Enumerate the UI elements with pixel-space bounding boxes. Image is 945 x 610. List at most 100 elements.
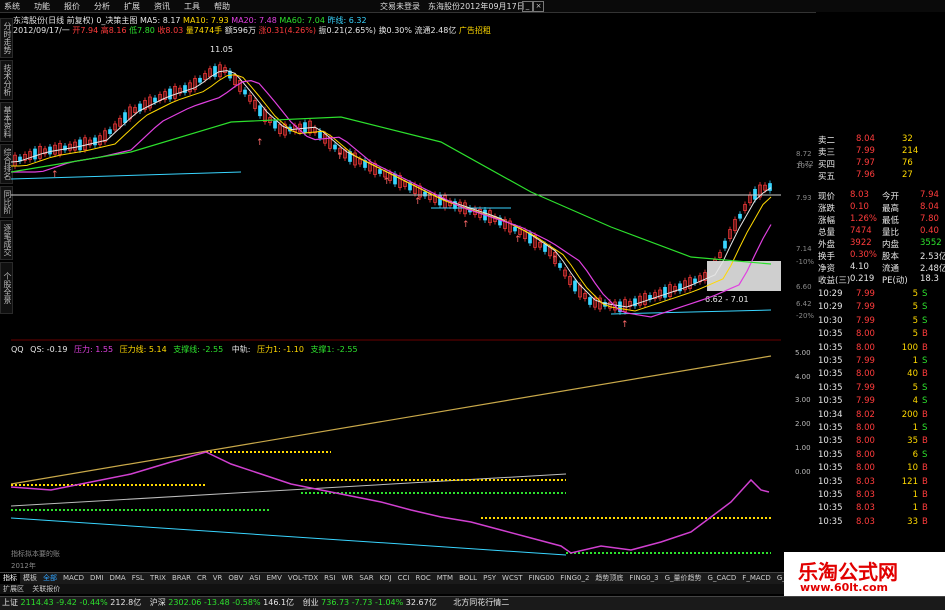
tab-4[interactable]: DMI <box>87 573 107 584</box>
stat-row: 总量 7474 量比 0.40 <box>816 226 945 238</box>
menu-extend[interactable]: 扩展 <box>124 1 140 12</box>
price-tick-3: 7.14 <box>796 245 812 253</box>
tab-7[interactable]: TRIX <box>147 573 169 584</box>
pressure-trendline <box>11 355 772 485</box>
tab-21[interactable]: MTM <box>434 573 456 584</box>
tab-19[interactable]: CCI <box>395 573 413 584</box>
tab-17[interactable]: SAR <box>356 573 376 584</box>
menu-analysis[interactable]: 分析 <box>94 1 110 12</box>
server-status[interactable]: 北方同花行情二 <box>453 598 509 607</box>
candle-body <box>153 97 157 103</box>
yl-value: 压力: 1.55 <box>74 344 113 354</box>
tab-23[interactable]: PSY <box>480 573 499 584</box>
tab-11[interactable]: OBV <box>225 573 246 584</box>
tab-9[interactable]: CR <box>194 573 210 584</box>
tick-direction: S <box>922 449 928 460</box>
stat-value: 0.219 <box>850 274 875 284</box>
tab-30[interactable]: G_CACD <box>705 573 740 584</box>
pct-tick-2: -10% <box>796 258 815 266</box>
tab-25[interactable]: FING00 <box>526 573 558 584</box>
tick-time: 10:35 <box>818 449 843 460</box>
linked-quote-tab[interactable]: 关联报价 <box>32 585 60 593</box>
level-label: 买四 <box>818 160 836 170</box>
tab-10[interactable]: VR <box>210 573 226 584</box>
candle-body <box>78 139 82 151</box>
stat-row: 涨幅 1.26% 最低 7.80 <box>816 214 945 226</box>
menu-quote[interactable]: 报价 <box>64 1 80 12</box>
close-icon[interactable]: × <box>533 1 544 12</box>
cy-change: -7.73 <box>351 598 373 607</box>
tab-27[interactable]: 趋势顶底 <box>592 573 626 584</box>
tab-18[interactable]: KDJ <box>377 573 395 584</box>
yl1-value: 压力1: -1.10 <box>257 344 304 354</box>
tab-13[interactable]: EMV <box>264 573 285 584</box>
menu-help[interactable]: 帮助 <box>214 1 230 12</box>
tick-row: 10:35 8.00 10 B <box>816 463 938 476</box>
minimize-icon[interactable]: _ <box>522 1 533 12</box>
tab-6[interactable]: FSL <box>129 573 147 584</box>
price-tick-4: 6.60 <box>796 283 812 291</box>
tick-direction: B <box>922 369 928 380</box>
tick-price: 7.99 <box>856 382 875 393</box>
tick-row: 10:30 7.99 5 S <box>816 316 938 329</box>
tick-time: 10:30 <box>818 315 843 326</box>
buy-arrow-icon: ↑ <box>51 170 59 180</box>
level-price: 7.96 <box>856 170 875 180</box>
tick-price: 8.02 <box>856 409 875 420</box>
order-level: 买五 7.96 27 <box>816 170 945 182</box>
stat-label: 总量 <box>818 228 836 238</box>
tab-2[interactable]: 全部 <box>40 573 60 584</box>
y-axis: 8.72 <box>770 12 814 572</box>
tick-price: 7.99 <box>856 356 875 366</box>
pct-tick-1: 10% <box>796 162 812 170</box>
candle-body <box>273 120 277 129</box>
login-status[interactable]: 交易未登录 <box>380 1 420 12</box>
price-scale: 8.72 10% 7.93 7.14 -10% 6.60 6.42 -20% <box>796 150 816 330</box>
tab-0[interactable]: 指标 <box>0 573 20 584</box>
menu-info[interactable]: 资讯 <box>154 1 170 12</box>
menu-function[interactable]: 功能 <box>34 1 50 12</box>
tab-31[interactable]: F_MACD <box>739 573 774 584</box>
tick-volume: 100 <box>901 342 918 353</box>
tick-direction: B <box>922 490 928 500</box>
tick-price: 8.00 <box>856 436 875 447</box>
stat-row: 净资 4.10 流通 2.48亿 <box>816 262 945 274</box>
tab-28[interactable]: FING0_3 <box>626 573 661 584</box>
tab-8[interactable]: BRAR <box>169 573 194 584</box>
candle-body <box>753 188 757 200</box>
ext-area-tab[interactable]: 扩展区 <box>3 585 24 593</box>
tick-direction: B <box>922 476 928 487</box>
tab-5[interactable]: DMA <box>106 573 128 584</box>
tick-volume: 4 <box>912 396 918 407</box>
tab-12[interactable]: ASI <box>246 573 263 584</box>
tick-direction: B <box>922 342 928 353</box>
tab-3[interactable]: MACD <box>60 573 87 584</box>
tab-26[interactable]: FING0_2 <box>557 573 592 584</box>
tab-22[interactable]: BOLL <box>456 573 480 584</box>
tick-time: 10:35 <box>818 342 843 353</box>
tab-29[interactable]: G_量价趋势 <box>662 573 705 584</box>
tick-row: 10:35 8.03 1 B <box>816 503 938 516</box>
tick-row: 10:35 8.00 1 S <box>816 423 938 436</box>
qs-curve <box>11 451 770 554</box>
candle-body <box>198 77 202 83</box>
kline-chart[interactable]: 11.05 6.62 - 7.01 ↑↑↑↑↑↑↑↑↑ QQ QS: -0.19… <box>11 12 781 572</box>
menu-system[interactable]: 系统 <box>4 1 20 12</box>
tick-direction: S <box>922 315 928 326</box>
menu-tools[interactable]: 工具 <box>184 1 200 12</box>
tick-volume: 121 <box>901 476 918 487</box>
level-volume: 32 <box>902 134 913 144</box>
tick-time: 10:35 <box>818 369 843 380</box>
tab-15[interactable]: RSI <box>321 573 338 584</box>
candle-body <box>333 144 337 150</box>
zcx-value: 支撑线: -2.55 <box>173 344 223 354</box>
tab-14[interactable]: VOL-TDX <box>285 573 321 584</box>
tab-16[interactable]: WR <box>339 573 357 584</box>
level-price: 8.04 <box>856 134 875 144</box>
tick-time: 10:35 <box>818 463 843 474</box>
tick-time: 10:35 <box>818 356 843 366</box>
tab-1[interactable]: 模板 <box>20 573 40 584</box>
tab-20[interactable]: ROC <box>412 573 433 584</box>
tab-24[interactable]: WCST <box>499 573 526 584</box>
ma5-line <box>11 70 772 308</box>
